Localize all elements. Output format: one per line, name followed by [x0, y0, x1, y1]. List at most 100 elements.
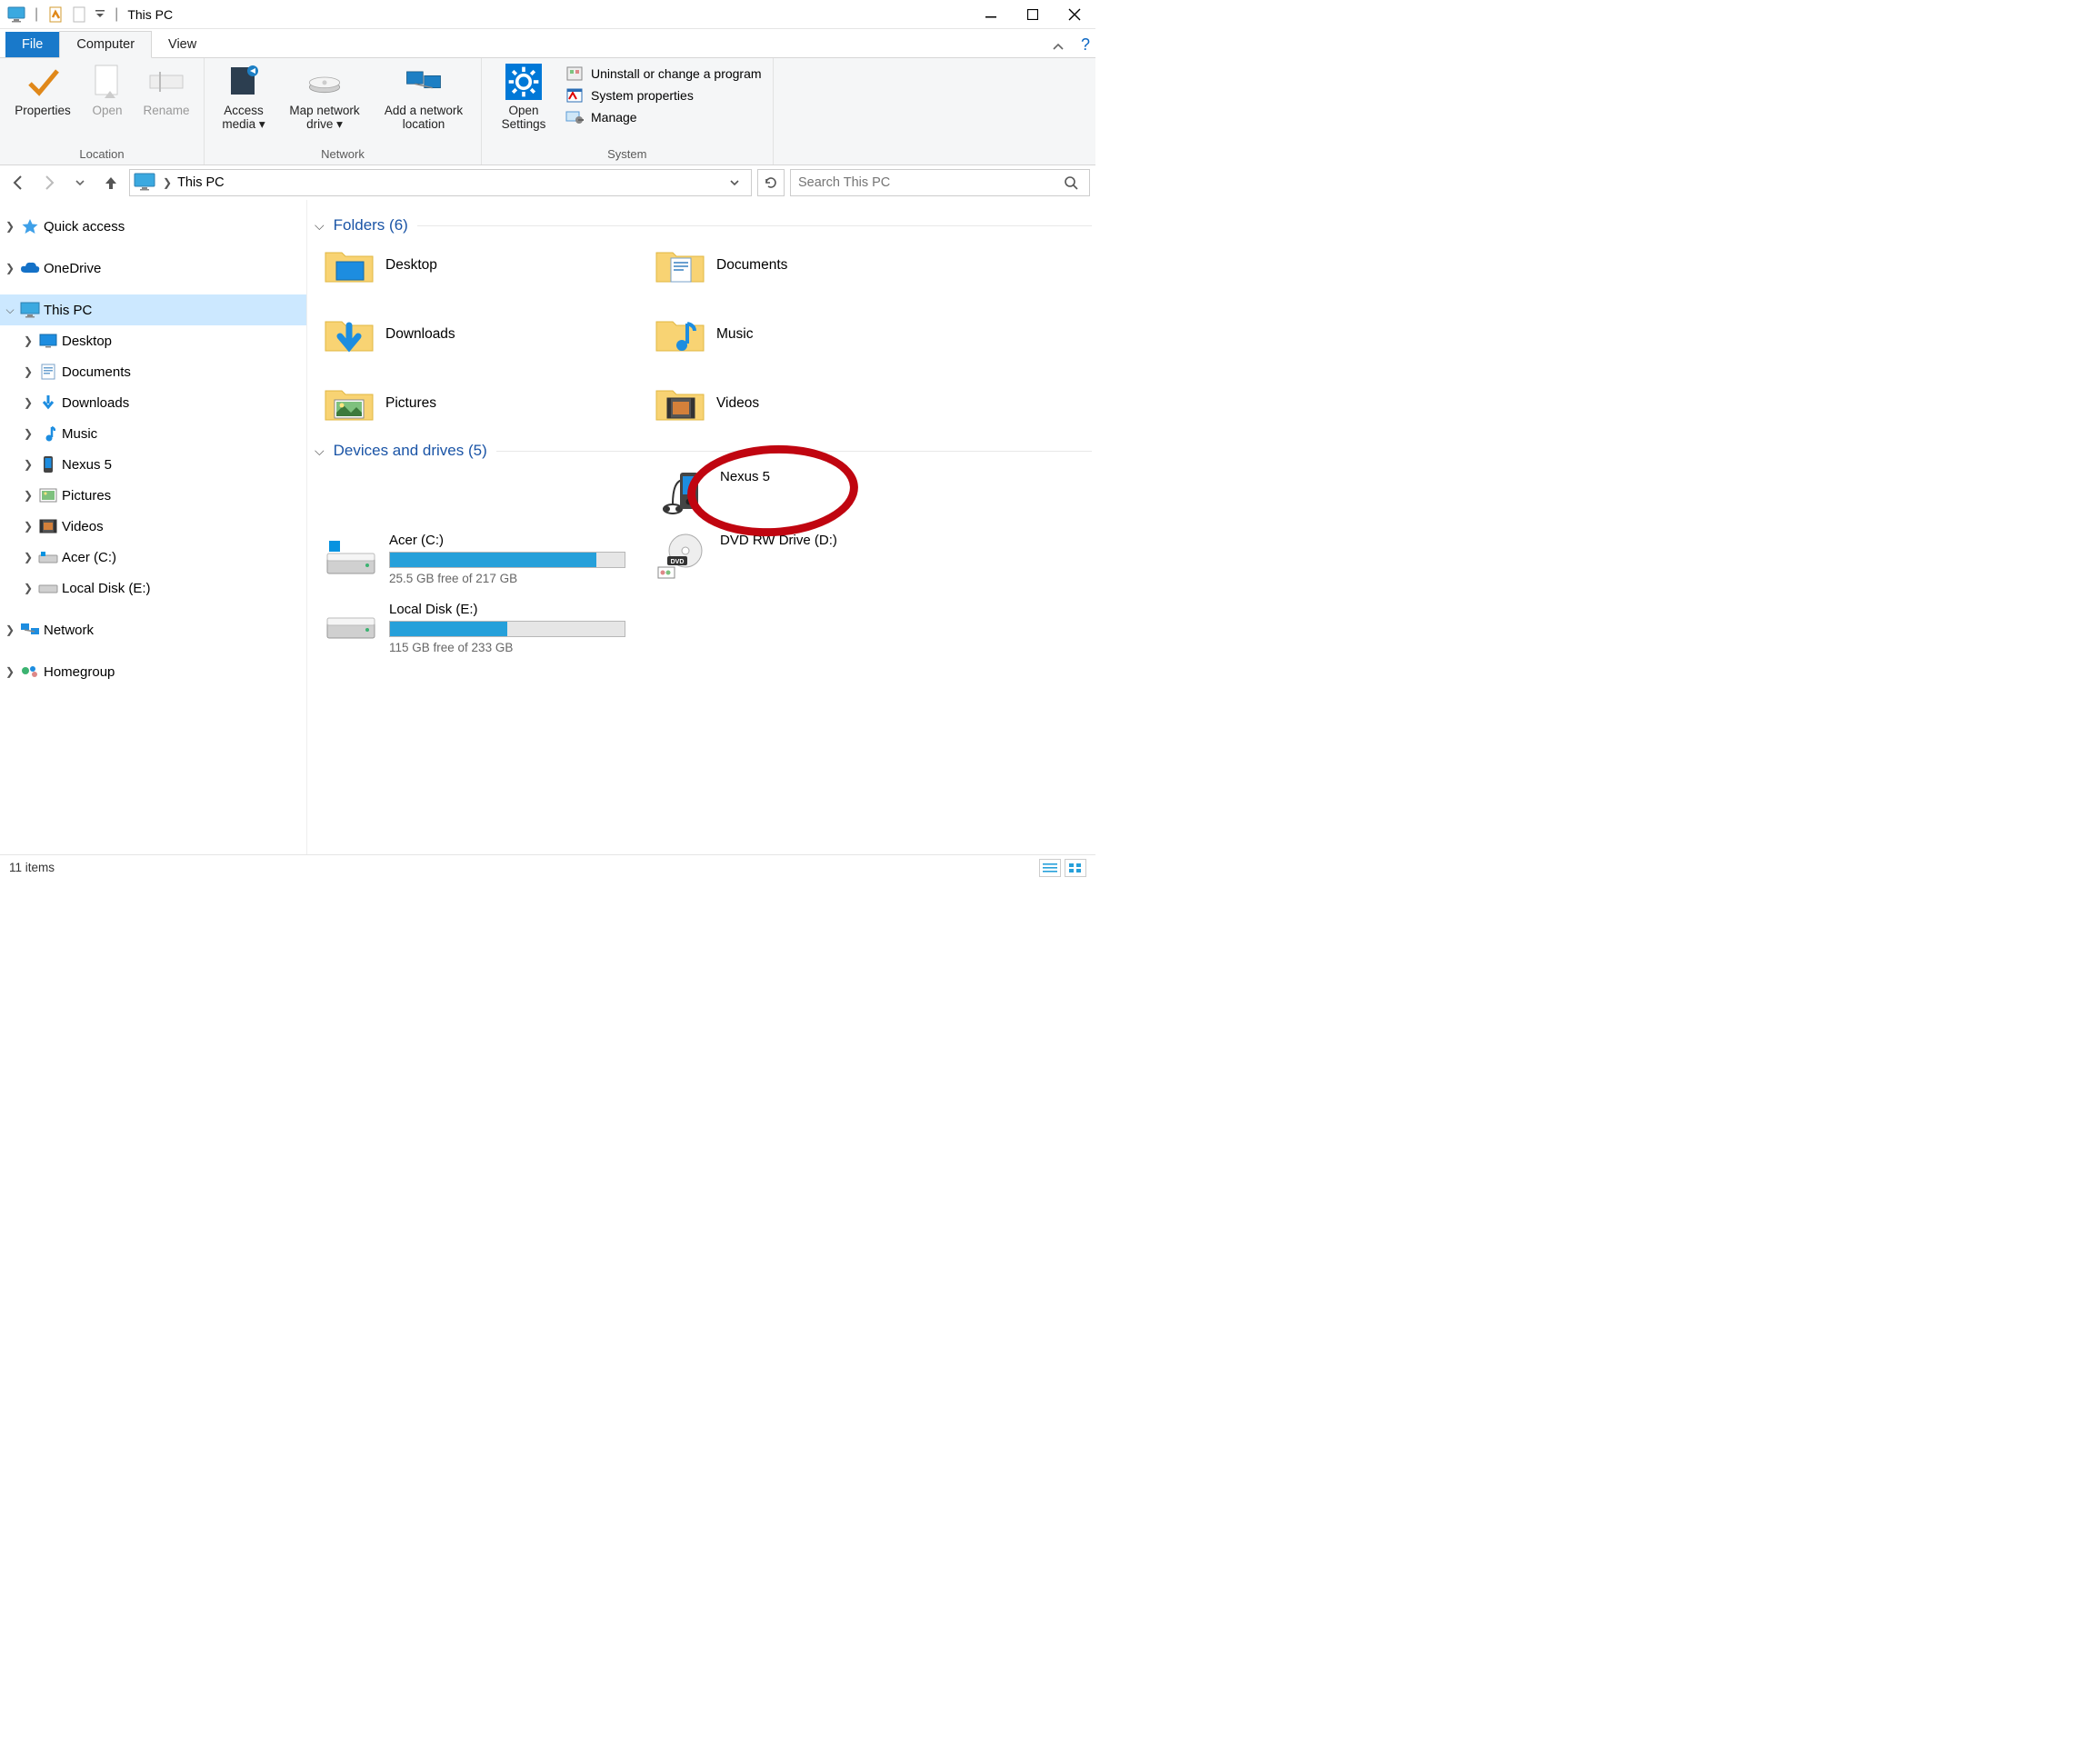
chevron-down-icon[interactable]: ⌵: [315, 444, 325, 459]
view-large-icons-button[interactable]: [1065, 859, 1086, 877]
map-network-drive-button[interactable]: Map network drive ▾: [279, 62, 370, 132]
tree-homegroup[interactable]: ❯Homegroup: [0, 656, 306, 687]
search-box[interactable]: [790, 169, 1090, 196]
music-note-icon: [36, 424, 60, 444]
minimize-button[interactable]: [970, 0, 1012, 29]
drive-acer-c[interactable]: Acer (C:) 25.5 GB free of 217 GB: [324, 533, 651, 585]
chevron-right-icon[interactable]: ❯: [20, 396, 36, 409]
tab-file[interactable]: File: [5, 32, 59, 57]
content-pane: ⌵ Folders (6) Desktop Documents Download…: [307, 200, 1095, 854]
tree-documents[interactable]: ❯Documents: [0, 356, 306, 387]
ribbon-group-system: Open Settings Uninstall or change a prog…: [482, 58, 774, 165]
chevron-right-icon[interactable]: ❯: [2, 665, 18, 678]
tree-quick-access[interactable]: ❯ Quick access: [0, 211, 306, 242]
network-monitors-icon: [405, 64, 442, 100]
tree-acer-c[interactable]: ❯Acer (C:): [0, 542, 306, 573]
address-bar[interactable]: ❯ This PC: [129, 169, 752, 196]
tree-desktop[interactable]: ❯Desktop: [0, 325, 306, 356]
back-button[interactable]: [5, 170, 31, 195]
ribbon-group-system-title: System: [489, 147, 765, 163]
folder-desktop[interactable]: Desktop: [324, 244, 651, 287]
ribbon-group-location: Properties Open Rename Location: [0, 58, 205, 165]
chevron-down-icon[interactable]: ⌵: [2, 304, 18, 317]
disk-drive-icon: [324, 602, 378, 649]
chevron-right-icon[interactable]: ❯: [2, 220, 18, 233]
gear-icon: [505, 64, 542, 100]
chevron-right-icon[interactable]: ❯: [20, 520, 36, 533]
tab-computer[interactable]: Computer: [59, 31, 152, 58]
folder-pictures[interactable]: Pictures: [324, 382, 651, 425]
drive-icon: [36, 547, 60, 567]
drive-icon: [306, 64, 343, 100]
properties-button[interactable]: Properties: [7, 62, 78, 117]
tree-nexus5[interactable]: ❯Nexus 5: [0, 449, 306, 480]
qat-newfolder-icon[interactable]: [69, 4, 91, 25]
qat-properties-icon[interactable]: [45, 4, 67, 25]
access-media-button[interactable]: Access media ▾: [212, 62, 275, 132]
video-icon: [36, 516, 60, 536]
folder-documents[interactable]: Documents: [655, 244, 982, 287]
tree-local-e[interactable]: ❯Local Disk (E:): [0, 573, 306, 603]
group-header-folders[interactable]: ⌵ Folders (6): [315, 216, 1092, 234]
manage-button[interactable]: Manage: [562, 107, 765, 127]
view-details-button[interactable]: [1039, 859, 1061, 877]
open-settings-button[interactable]: Open Settings: [489, 62, 558, 131]
up-button[interactable]: [98, 170, 124, 195]
device-nexus5[interactable]: Nexus 5: [655, 469, 982, 516]
navigation-bar: ❯ This PC: [0, 165, 1095, 200]
folder-desktop-icon: [324, 244, 375, 287]
search-icon[interactable]: [1064, 175, 1089, 190]
drive-acer-free-text: 25.5 GB free of 217 GB: [389, 572, 651, 585]
tree-onedrive[interactable]: ❯ OneDrive: [0, 253, 306, 284]
drive-local-e-free-text: 115 GB free of 233 GB: [389, 641, 651, 654]
checkmark-icon: [25, 64, 61, 100]
tree-this-pc[interactable]: ⌵ This PC: [0, 294, 306, 325]
system-properties-button[interactable]: System properties: [562, 85, 765, 105]
cloud-icon: [18, 258, 42, 278]
rename-button[interactable]: Rename: [136, 62, 196, 117]
ribbon-collapse-button[interactable]: [1041, 37, 1075, 57]
help-button[interactable]: ?: [1075, 35, 1095, 57]
qat-dropdown-icon[interactable]: [93, 4, 107, 25]
forward-button[interactable]: [36, 170, 62, 195]
chevron-right-icon[interactable]: ❯: [2, 623, 18, 636]
chevron-right-icon[interactable]: ❯: [20, 365, 36, 378]
close-button[interactable]: [1054, 0, 1095, 29]
chevron-right-icon[interactable]: ❯: [20, 334, 36, 347]
tree-videos[interactable]: ❯Videos: [0, 511, 306, 542]
recent-locations-button[interactable]: [67, 170, 93, 195]
open-button[interactable]: Open: [82, 62, 133, 117]
navigation-pane: ❯ Quick access ❯ OneDrive ⌵ This PC ❯Des…: [0, 200, 307, 854]
folder-music[interactable]: Music: [655, 313, 982, 356]
chevron-right-icon[interactable]: ❯: [20, 458, 36, 471]
ribbon-tabs: File Computer View ?: [0, 29, 1095, 58]
properties-icon: [565, 87, 584, 104]
address-dropdown-button[interactable]: [729, 177, 751, 188]
tree-pictures[interactable]: ❯Pictures: [0, 480, 306, 511]
add-network-location-button[interactable]: Add a network location: [374, 62, 474, 131]
chevron-right-icon[interactable]: ❯: [20, 489, 36, 502]
chevron-right-icon[interactable]: ❯: [20, 582, 36, 594]
tree-music[interactable]: ❯Music: [0, 418, 306, 449]
tab-view[interactable]: View: [152, 32, 213, 57]
tree-network[interactable]: ❯Network: [0, 614, 306, 645]
folder-videos[interactable]: Videos: [655, 382, 982, 425]
drive-local-e[interactable]: Local Disk (E:) 115 GB free of 233 GB: [324, 602, 651, 654]
folder-downloads[interactable]: Downloads: [324, 313, 651, 356]
uninstall-program-button[interactable]: Uninstall or change a program: [562, 64, 765, 84]
group-header-devices[interactable]: ⌵ Devices and drives (5): [315, 442, 1092, 460]
chevron-right-icon[interactable]: ❯: [20, 551, 36, 563]
status-bar: 11 items: [0, 854, 1095, 880]
picture-icon: [36, 485, 60, 505]
chevron-right-icon[interactable]: ❯: [2, 262, 18, 274]
maximize-button[interactable]: [1012, 0, 1054, 29]
breadcrumb-separator[interactable]: ❯: [157, 176, 177, 189]
search-input[interactable]: [791, 175, 1064, 190]
drive-dvd[interactable]: DVD DVD RW Drive (D:): [655, 533, 982, 585]
pc-icon: [18, 300, 42, 320]
chevron-down-icon[interactable]: ⌵: [315, 218, 325, 234]
breadcrumb-this-pc[interactable]: This PC: [177, 175, 225, 190]
tree-downloads[interactable]: ❯Downloads: [0, 387, 306, 418]
refresh-button[interactable]: [757, 169, 785, 196]
chevron-right-icon[interactable]: ❯: [20, 427, 36, 440]
